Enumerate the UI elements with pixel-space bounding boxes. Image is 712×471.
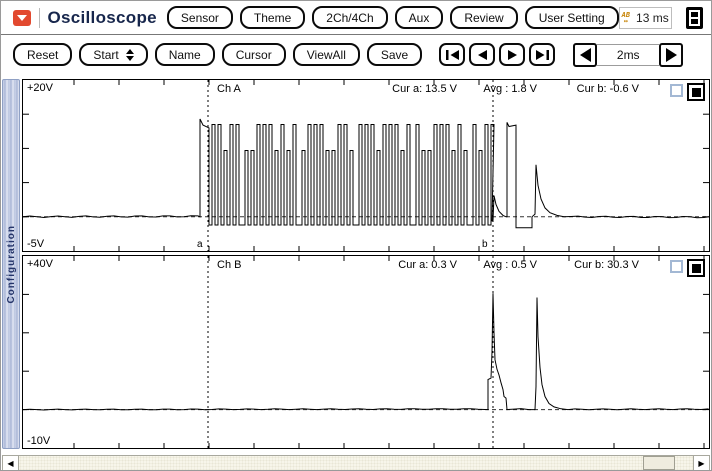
- stepper-icon: [125, 48, 134, 61]
- horizontal-scrollbar: ◀ ▶: [2, 455, 710, 470]
- sensor-button[interactable]: Sensor: [166, 6, 233, 29]
- scroll-left-button[interactable]: ◀: [3, 456, 19, 470]
- theme-button[interactable]: Theme: [239, 6, 306, 29]
- plot-area: +20V -5V Ch A Cur a: 13.5 V Avg : 1.8 V …: [22, 79, 710, 449]
- menu-bar: [690, 11, 699, 17]
- skip-start-icon: [445, 49, 459, 60]
- main-area: Configuration +20V -5V Ch A Cur a: 13.5 …: [1, 77, 711, 449]
- timebase-value: 2ms: [597, 44, 660, 66]
- channel-b-visibility-checkbox[interactable]: [670, 260, 683, 273]
- skip-start-button[interactable]: [439, 43, 466, 66]
- channel-mode-button[interactable]: 2Ch/4Ch: [312, 6, 388, 29]
- triangle-down-icon: [17, 15, 27, 21]
- scroll-right-button[interactable]: ▶: [693, 456, 709, 470]
- swatch-fill: [691, 263, 701, 273]
- channel-a-visibility-checkbox[interactable]: [670, 84, 683, 97]
- step-back-button[interactable]: [469, 43, 496, 66]
- start-button-label: Start: [93, 47, 119, 62]
- oscilloscope-window: Oscilloscope Sensor Theme 2Ch/4Ch Aux Re…: [0, 0, 712, 471]
- timebase-decrease-button[interactable]: [573, 43, 598, 67]
- review-button[interactable]: Review: [450, 6, 518, 29]
- timebase-increase-button[interactable]: [659, 43, 684, 67]
- step-forward-icon: [507, 49, 517, 60]
- menu-bar: [690, 18, 699, 24]
- cursor-time-display: AB ↔ 13 ms: [618, 6, 672, 29]
- start-button[interactable]: Start: [79, 43, 148, 66]
- configuration-tab-label: Configuration: [5, 224, 17, 304]
- skip-end-icon: [535, 49, 549, 60]
- save-button[interactable]: Save: [366, 43, 423, 66]
- scrollbar-track[interactable]: [19, 456, 693, 470]
- channel-b-color-swatch[interactable]: [687, 259, 705, 277]
- cursor-delta-time: 13 ms: [636, 10, 669, 25]
- channel-b-panel: +40V -10V Ch B Cur a: 0.3 V Avg : 0.5 V …: [22, 255, 710, 449]
- ab-cursor-icon: AB ↔: [622, 11, 630, 25]
- timebase-selector: 2ms: [573, 43, 684, 67]
- reset-button[interactable]: Reset: [13, 43, 73, 66]
- menu-icon[interactable]: [685, 6, 704, 29]
- step-back-icon: [477, 49, 487, 60]
- toolbar-row-2: Reset Start Name Cursor ViewAll Save 2ms: [1, 35, 711, 77]
- app-dropdown-icon[interactable]: [13, 9, 31, 26]
- aux-button[interactable]: Aux: [394, 6, 444, 29]
- step-forward-button[interactable]: [499, 43, 526, 66]
- channel-a-waveform-canvas[interactable]: [23, 80, 709, 251]
- viewall-button[interactable]: ViewAll: [292, 43, 360, 66]
- channel-a-panel: +20V -5V Ch A Cur a: 13.5 V Avg : 1.8 V …: [22, 79, 710, 252]
- page-title: Oscilloscope: [47, 7, 157, 27]
- playback-controls: [439, 43, 556, 66]
- arrow-left-icon: [579, 48, 591, 62]
- ab-icon-bottom: ↔: [623, 16, 628, 25]
- arrow-right-icon: [665, 48, 677, 62]
- configuration-tab[interactable]: Configuration: [2, 79, 20, 449]
- name-button[interactable]: Name: [154, 43, 215, 66]
- scrollbar-thumb[interactable]: [643, 456, 675, 470]
- swatch-fill: [691, 87, 701, 97]
- channel-a-color-swatch[interactable]: [687, 83, 705, 101]
- cursor-button[interactable]: Cursor: [221, 43, 286, 66]
- toolbar-row-1: Oscilloscope Sensor Theme 2Ch/4Ch Aux Re…: [1, 1, 711, 35]
- skip-end-button[interactable]: [529, 43, 556, 66]
- user-setting-button[interactable]: User Setting: [524, 6, 619, 29]
- channel-b-waveform-canvas[interactable]: [23, 256, 709, 448]
